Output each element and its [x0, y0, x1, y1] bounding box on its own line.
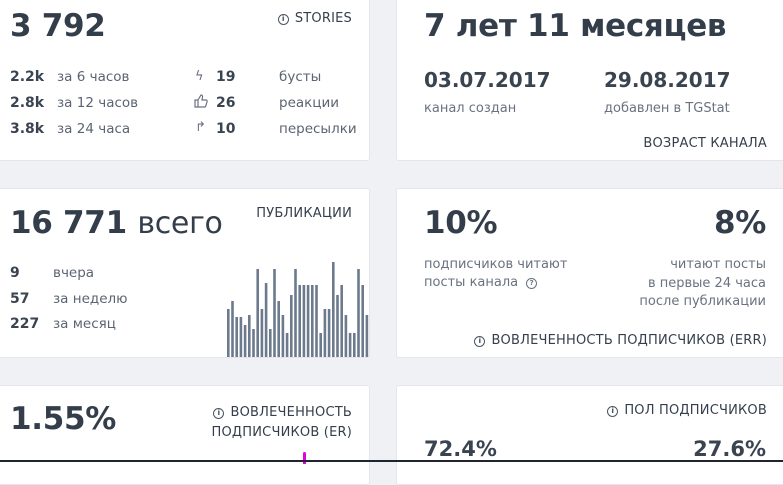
er-header-line-2: ПОДПИСЧИКОВ (ER) [211, 425, 352, 440]
publication-bar[interactable] [273, 269, 276, 357]
channel-age-header: ВОЗРАСТ КАНАЛА [643, 136, 767, 151]
info-icon: i [474, 336, 486, 347]
er-header-line-1: ВОВЛЕЧЕННОСТЬ [230, 405, 352, 420]
forwards-label: пересылки [279, 121, 357, 137]
er-header[interactable]: i ВОВЛЕЧЕННОСТЬ ПОДПИСЧИКОВ (ER) [212, 403, 352, 443]
reactions-label: реакции [279, 95, 340, 111]
err-help-icon[interactable]: ? [526, 275, 538, 290]
gender-header-label: ПОЛ ПОДПИСЧИКОВ [624, 403, 767, 418]
stories-24h-value: 3.8k [10, 121, 45, 137]
publication-bar[interactable] [361, 285, 364, 357]
publication-bar[interactable] [231, 301, 234, 357]
pubs-week-label: за неделю [53, 291, 128, 307]
publication-bar[interactable] [294, 269, 297, 357]
err-left-text-2-label: посты канала [424, 275, 519, 290]
publication-bar[interactable] [315, 285, 318, 357]
publication-bar[interactable] [235, 317, 238, 357]
stories-6h-value: 2.2k [10, 69, 45, 85]
gender-card: i ПОЛ ПОДПИСЧИКОВ 72.4% 27.6% [396, 385, 783, 485]
boosts-label: бусты [279, 69, 322, 85]
err-left-text-2: посты канала ? [424, 273, 538, 292]
forward-arrow-icon: ↱ [195, 120, 206, 135]
err-header-label: ВОВЛЕЧЕННОСТЬ ПОДПИСЧИКОВ (ERR) [491, 333, 767, 348]
publication-bar[interactable] [311, 285, 314, 357]
er-card: 1.55% i ВОВЛЕЧЕННОСТЬ ПОДПИСЧИКОВ (ER) [0, 385, 370, 485]
publication-bar[interactable] [256, 269, 259, 357]
err-card: 10% подписчиков читают посты канала ? 8%… [396, 188, 783, 358]
publication-bar[interactable] [302, 285, 306, 357]
publication-bar[interactable] [281, 315, 285, 357]
publication-bar[interactable] [306, 285, 310, 357]
boosts-value: 19 [216, 69, 236, 85]
publications-bar-chart [227, 262, 369, 357]
publication-bar[interactable] [243, 325, 247, 357]
channel-age-card: 7 лет 11 месяцев 03.07.2017 канал создан… [396, 0, 783, 161]
publication-bar[interactable] [319, 333, 322, 357]
err-right-text-1: читают посты [670, 257, 766, 272]
pubs-month-value: 227 [10, 316, 40, 332]
publication-bar[interactable] [260, 309, 264, 357]
pubs-yesterday-value: 9 [10, 265, 20, 281]
publication-bar[interactable] [348, 333, 352, 357]
publications-header: ПУБЛИКАЦИИ [256, 206, 352, 221]
err-left-text-1: подписчиков читают [424, 257, 568, 272]
publications-card: 16 771 всего ПУБЛИКАЦИИ 9 вчера 57 за не… [0, 188, 370, 358]
er-chart-spike [303, 452, 306, 464]
publication-bar[interactable] [332, 262, 335, 357]
publication-bar[interactable] [252, 329, 255, 357]
stories-6h-label: за 6 часов [57, 69, 130, 85]
publications-total: 16 771 всего [10, 205, 223, 241]
publication-bar[interactable] [239, 317, 243, 357]
publication-bar[interactable] [248, 315, 251, 357]
publication-bar[interactable] [357, 269, 360, 357]
publication-bar[interactable] [277, 301, 280, 357]
channel-age-value: 7 лет 11 месяцев [424, 8, 727, 44]
created-label: канал создан [424, 101, 517, 116]
reactions-value: 26 [216, 95, 236, 111]
stories-12h-value: 2.8k [10, 95, 45, 111]
err-left-value: 10% [424, 205, 498, 241]
publications-total-suffix: всего [137, 206, 223, 241]
pubs-month-label: за месяц [53, 316, 116, 332]
info-icon: i [607, 406, 619, 417]
publication-bar[interactable] [323, 309, 327, 357]
publication-bar[interactable] [264, 283, 268, 357]
publication-bar[interactable] [227, 309, 230, 357]
stories-card: 3 792 i STORIES 2.2k за 6 часов 2.8k за 1… [0, 0, 370, 161]
stories-24h-label: за 24 часа [57, 121, 131, 137]
pubs-week-value: 57 [10, 291, 30, 307]
gender-right-value: 27.6% [693, 437, 766, 461]
publication-bar[interactable] [340, 285, 343, 357]
thumbs-up-icon [194, 94, 208, 112]
err-right-text-3: после публикации [639, 294, 766, 309]
added-label: добавлен в TGStat [604, 101, 730, 116]
forwards-value: 10 [216, 121, 236, 137]
publication-bar[interactable] [290, 295, 293, 357]
publication-bar[interactable] [365, 315, 369, 357]
publication-bar[interactable] [353, 333, 356, 357]
err-right-text-2: в первые 24 часа [647, 276, 766, 291]
stories-header-label: STORIES [294, 11, 352, 26]
publication-bar[interactable] [269, 329, 272, 357]
err-right-value: 8% [713, 205, 766, 241]
gender-header[interactable]: i ПОЛ ПОДПИСЧИКОВ [607, 403, 767, 418]
er-value: 1.55% [10, 401, 117, 437]
added-date: 29.08.2017 [604, 68, 731, 92]
info-icon: i [277, 14, 289, 25]
err-header[interactable]: i ВОВЛЕЧЕННОСТЬ ПОДПИСЧИКОВ (ERR) [474, 333, 767, 348]
stories-12h-label: за 12 часов [57, 95, 139, 111]
lightning-icon: ϟ [195, 69, 204, 84]
stories-header[interactable]: i STORIES [277, 11, 352, 26]
info-icon: i [213, 408, 225, 419]
publications-total-value: 16 771 [10, 205, 127, 241]
created-date: 03.07.2017 [424, 68, 551, 92]
publication-bar[interactable] [285, 333, 289, 357]
stories-total: 3 792 [10, 8, 106, 44]
publication-bar[interactable] [327, 309, 331, 357]
publication-bar[interactable] [298, 285, 301, 357]
gender-left-value: 72.4% [424, 437, 497, 461]
publication-bar[interactable] [344, 315, 348, 357]
pubs-yesterday-label: вчера [53, 265, 95, 281]
publication-bar[interactable] [336, 295, 339, 357]
